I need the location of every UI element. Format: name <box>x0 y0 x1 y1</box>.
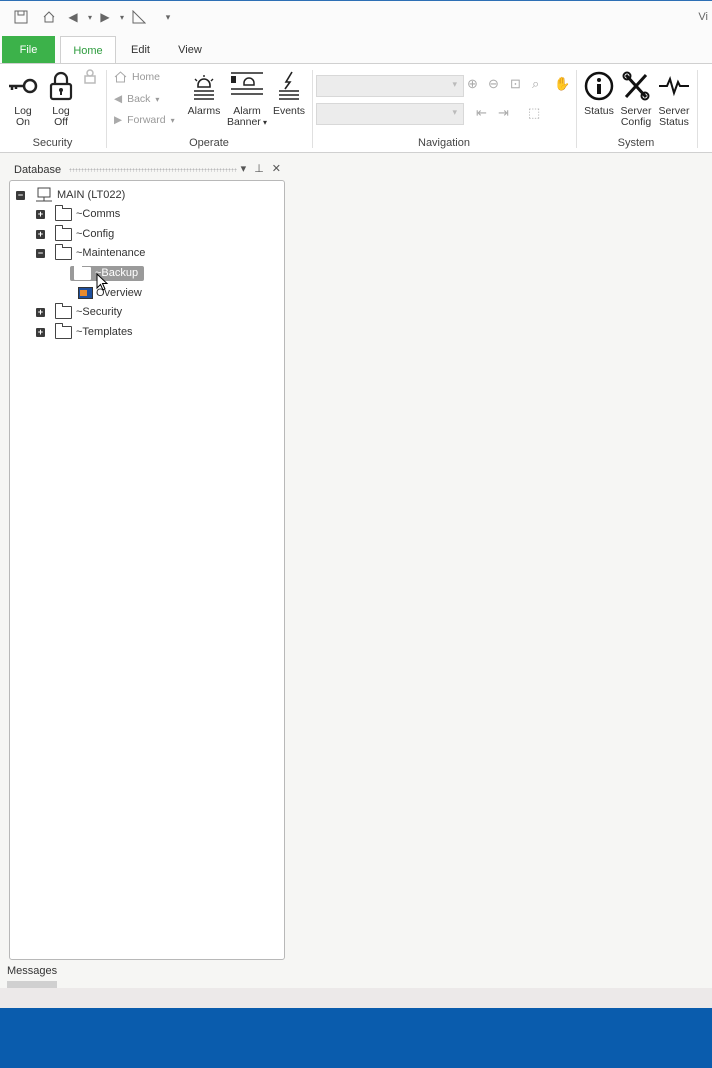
save-icon[interactable] <box>13 9 29 25</box>
expand-icon[interactable]: + <box>36 229 45 239</box>
mimic-icon <box>78 287 93 299</box>
folder-icon <box>55 224 72 241</box>
panel-drag-grip[interactable] <box>69 168 237 172</box>
tab-edit[interactable]: Edit <box>118 36 163 64</box>
zoom-fit-icon[interactable]: ⊡ <box>510 76 521 92</box>
key-icon <box>6 70 40 102</box>
alarm-bell-icon <box>187 70 221 102</box>
status-button[interactable]: Status <box>581 70 617 117</box>
home-icon <box>114 71 127 83</box>
forward-dropdown-icon[interactable]: ▾ <box>114 9 130 25</box>
padlock-icon <box>44 70 78 102</box>
forward-arrow-icon: ▶ <box>114 114 123 126</box>
alarms-button[interactable]: Alarms <box>185 70 223 117</box>
folder-icon <box>55 302 72 319</box>
collapse-icon[interactable]: − <box>36 248 45 258</box>
log-on-button[interactable]: Log On <box>5 70 41 128</box>
expand-icon[interactable]: + <box>36 327 45 337</box>
heartbeat-icon <box>657 70 691 102</box>
customize-icon[interactable]: ▾ <box>160 9 176 25</box>
pan-hand-icon[interactable]: ✋ <box>554 76 570 92</box>
panel-header: Database ▾ ⊥ ✕ <box>7 158 285 180</box>
zoom-out-icon[interactable]: ⊖ <box>488 76 499 92</box>
alarm-banner-icon <box>230 70 264 102</box>
collapse-icon[interactable]: − <box>16 190 25 200</box>
home-icon[interactable] <box>41 9 57 25</box>
ribbon: Log On Log Off Security Home ◀ Back ▾ ▶ … <box>0 63 712 153</box>
forward-button[interactable]: ▶ Forward ▾ <box>114 114 175 126</box>
tree-node-templates[interactable]: + ~Templates <box>36 322 133 341</box>
tools-icon <box>619 70 653 102</box>
back-arrow-icon: ◀ <box>114 93 123 105</box>
messages-label[interactable]: Messages <box>7 965 57 977</box>
quick-access-toolbar: ◀ ▾ ▶ ▾ ▾ Vi <box>0 0 712 35</box>
group-separator <box>697 70 698 148</box>
zoom-in-icon[interactable]: ⊕ <box>467 76 478 92</box>
select-area-icon[interactable]: ⬚ <box>528 105 540 121</box>
chevron-down-icon: ▾ <box>260 118 268 127</box>
info-icon <box>582 70 616 102</box>
messages-tab[interactable] <box>7 981 57 988</box>
user-lock-icon[interactable] <box>82 68 98 87</box>
system-group-label: System <box>617 137 655 149</box>
pin-icon[interactable]: ⊥ <box>254 162 264 175</box>
folder-icon <box>55 322 72 339</box>
folder-icon <box>55 243 72 260</box>
forward-icon[interactable]: ▶ <box>97 9 113 25</box>
tab-file[interactable]: File <box>2 36 55 64</box>
alarm-banner-button[interactable]: Alarm Banner ▾ <box>226 70 268 128</box>
server-config-button[interactable]: Server Config <box>618 70 654 128</box>
expand-icon[interactable]: + <box>36 307 45 317</box>
operate-group-label: Operate <box>189 137 229 149</box>
chevron-down-icon: ▾ <box>170 115 175 125</box>
folder-icon <box>74 263 91 280</box>
back-dropdown-icon[interactable]: ▾ <box>82 9 98 25</box>
nav-back-icon[interactable]: ⇤ <box>476 105 487 121</box>
status-bar <box>0 988 712 1008</box>
folder-icon <box>55 204 72 221</box>
nav-forward-icon[interactable]: ⇥ <box>498 105 509 121</box>
database-panel: Database ▾ ⊥ ✕ − MAIN (LT022) + ~Comms +… <box>7 158 285 960</box>
back-button[interactable]: ◀ Back ▾ <box>114 93 159 105</box>
tree-node-config[interactable]: + ~Config <box>36 224 114 243</box>
navigation-combo-2[interactable] <box>316 103 464 125</box>
zoom-search-icon[interactable]: ⌕ <box>532 76 539 92</box>
tab-view[interactable]: View <box>166 36 214 64</box>
navigation-combo-1[interactable] <box>316 75 464 97</box>
events-button[interactable]: Events <box>271 70 307 117</box>
chevron-down-icon: ▾ <box>155 94 160 104</box>
ribbon-tabs: File Home Edit View <box>0 34 712 65</box>
tree-node-comms[interactable]: + ~Comms <box>36 204 120 223</box>
close-icon[interactable]: ✕ <box>272 162 281 175</box>
taskbar <box>0 1008 712 1068</box>
tab-home[interactable]: Home <box>60 36 116 65</box>
tree-node-security[interactable]: + ~Security <box>36 302 122 321</box>
database-tree: − MAIN (LT022) + ~Comms + ~Config − ~Mai… <box>9 180 285 960</box>
tree-node-maintenance[interactable]: − ~Maintenance <box>36 243 145 262</box>
log-off-button[interactable]: Log Off <box>43 70 79 128</box>
panel-title: Database <box>14 164 62 176</box>
security-group-label: Security <box>32 137 73 149</box>
mouse-cursor-icon <box>96 273 109 291</box>
server-status-button[interactable]: Server Status <box>655 70 693 128</box>
server-icon <box>36 187 52 202</box>
home-button[interactable]: Home <box>114 71 160 83</box>
expand-icon[interactable]: + <box>36 209 45 219</box>
navigation-group-label: Navigation <box>418 137 470 149</box>
ruler-icon[interactable] <box>131 9 147 25</box>
events-icon <box>272 70 306 102</box>
back-icon[interactable]: ◀ <box>65 9 81 25</box>
tree-node-main[interactable]: − MAIN (LT022) <box>16 186 125 204</box>
app-title: Vi <box>698 11 708 23</box>
panel-menu-icon[interactable]: ▾ <box>241 162 247 175</box>
